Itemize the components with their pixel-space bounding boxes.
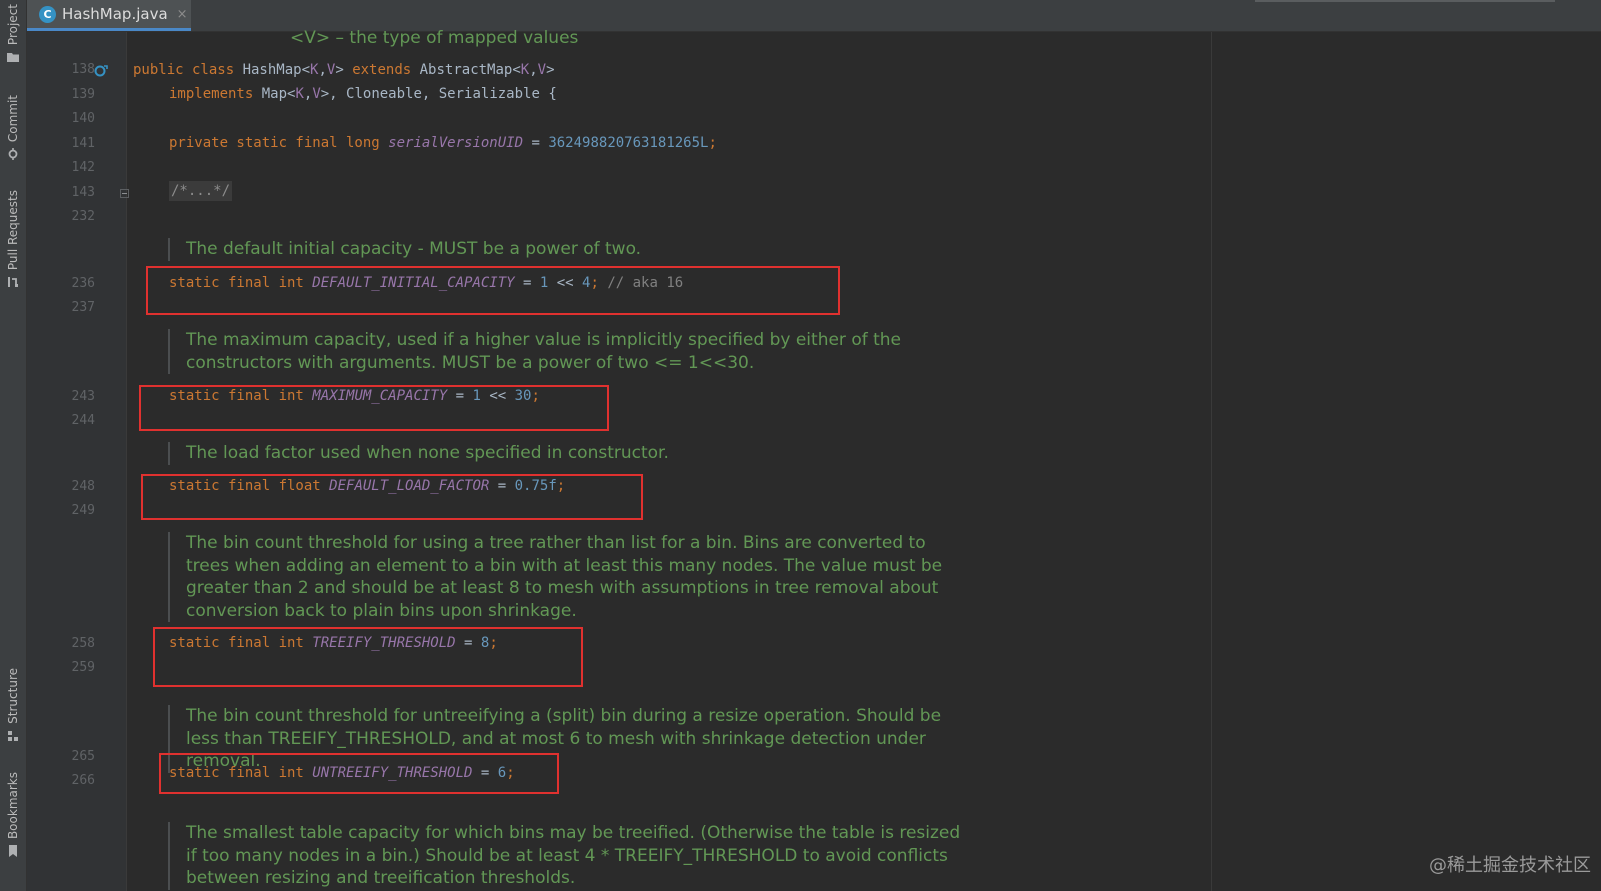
code-interfaces-rest: >, Cloneable, Serializable { — [320, 86, 557, 102]
doc-default-capacity: The default initial capacity - MUST be a… — [168, 238, 966, 261]
editor-tab-bar: C HashMap.java × — [27, 0, 1601, 32]
code-keyword: extends — [352, 62, 420, 78]
line-number[interactable]: 142 — [27, 160, 95, 175]
highlight-box-maximum-capacity — [139, 385, 609, 431]
doc-min-treeify-capacity: The smallest table capacity for which bi… — [168, 822, 976, 890]
code-line-serial-version[interactable]: private static final long serialVersionU… — [169, 135, 717, 151]
code-keyword: implements — [169, 86, 262, 102]
code-punct: > — [546, 62, 555, 78]
bookmarks-tool-label: Bookmarks — [6, 772, 20, 840]
commit-tool-label: Commit — [6, 95, 20, 143]
code-field-name: serialVersionUID — [388, 135, 524, 151]
code-keyword: public class — [133, 62, 243, 78]
line-number[interactable]: 138 — [27, 62, 95, 77]
line-number[interactable]: 237 — [27, 300, 95, 315]
line-number[interactable]: 266 — [27, 773, 95, 788]
commit-tool-button[interactable]: Commit — [0, 95, 26, 161]
code-punct: , — [529, 62, 538, 78]
line-number[interactable]: 143 — [27, 185, 95, 200]
doc-type-param-fragment: <V> – the type of mapped values — [290, 28, 579, 48]
line-number[interactable]: 258 — [27, 636, 95, 651]
line-number[interactable]: 139 — [27, 87, 95, 102]
code-number: 362498820763181265L — [548, 135, 709, 151]
doc-load-factor: The load factor used when none specified… — [168, 442, 966, 465]
code-type-param: K — [295, 86, 304, 102]
tab-file-name: HashMap.java — [62, 5, 168, 23]
code-line-folded-comment[interactable]: /*...*/ — [169, 181, 233, 201]
folder-icon — [7, 53, 19, 63]
highlight-box-treeify-threshold — [153, 627, 583, 687]
code-type-param: V — [312, 86, 321, 102]
code-interface-name: Map< — [261, 86, 296, 102]
highlight-box-default-capacity — [146, 266, 840, 315]
project-tool-label: Project — [6, 4, 20, 46]
right-margin-guide — [1211, 32, 1212, 891]
line-number[interactable]: 259 — [27, 660, 95, 675]
doc-treeify-threshold: The bin count threshold for using a tree… — [168, 532, 966, 622]
code-type-param: K — [520, 62, 530, 78]
line-number[interactable]: 141 — [27, 136, 95, 151]
line-number[interactable]: 249 — [27, 503, 95, 518]
code-punct: = — [523, 135, 549, 151]
code-punct: ; — [708, 135, 717, 151]
tool-window-strip: Project Commit Pull Requests Structure B… — [0, 0, 27, 891]
bookmark-icon — [9, 845, 17, 858]
watermark: @稀土掘金技术社区 — [1429, 855, 1591, 876]
structure-tool-label: Structure — [6, 668, 20, 724]
java-class-icon: C — [39, 5, 56, 23]
commit-icon — [8, 148, 18, 161]
close-icon[interactable]: × — [177, 7, 188, 22]
code-keyword: private static final long — [169, 135, 389, 151]
code-class-name: HashMap< — [242, 62, 311, 78]
code-type-param: V — [537, 62, 547, 78]
code-line-class-declaration[interactable]: public class HashMap<K,V> extends Abstra… — [133, 62, 555, 78]
line-number[interactable]: 243 — [27, 389, 95, 404]
pull-request-icon — [8, 277, 18, 288]
line-number[interactable]: 140 — [27, 111, 95, 126]
code-line-implements[interactable]: implements Map<K,V>, Cloneable, Serializ… — [169, 86, 557, 102]
structure-tool-button[interactable]: Structure — [0, 668, 26, 742]
bookmarks-tool-button[interactable]: Bookmarks — [0, 772, 26, 858]
line-number[interactable]: 244 — [27, 413, 95, 428]
structure-icon — [8, 730, 18, 741]
editor-gutter: 138 139 140 141 142 143 232 236 237 243 … — [27, 32, 127, 891]
tab-scrollbar[interactable] — [1255, 0, 1555, 2]
code-punct: > — [335, 62, 353, 78]
doc-maximum-capacity: The maximum capacity, used if a higher v… — [168, 329, 966, 374]
highlight-box-untreeify-threshold — [159, 753, 559, 794]
pull-requests-tool-button[interactable]: Pull Requests — [0, 190, 26, 288]
line-number[interactable]: 232 — [27, 209, 95, 224]
fold-toggle-icon[interactable] — [120, 189, 129, 198]
code-punct: , — [318, 62, 327, 78]
code-parent-class: AbstractMap< — [419, 62, 521, 78]
line-number[interactable]: 248 — [27, 479, 95, 494]
folded-comment-placeholder[interactable]: /*...*/ — [169, 181, 233, 201]
project-tool-button[interactable]: Project — [0, 4, 26, 63]
line-number[interactable]: 265 — [27, 749, 95, 764]
overrides-method-icon[interactable] — [93, 63, 109, 79]
pull-requests-tool-label: Pull Requests — [6, 190, 20, 271]
line-number[interactable]: 236 — [27, 276, 95, 291]
tab-hashmap-java[interactable]: C HashMap.java × — [27, 0, 191, 31]
highlight-box-load-factor — [141, 474, 643, 520]
